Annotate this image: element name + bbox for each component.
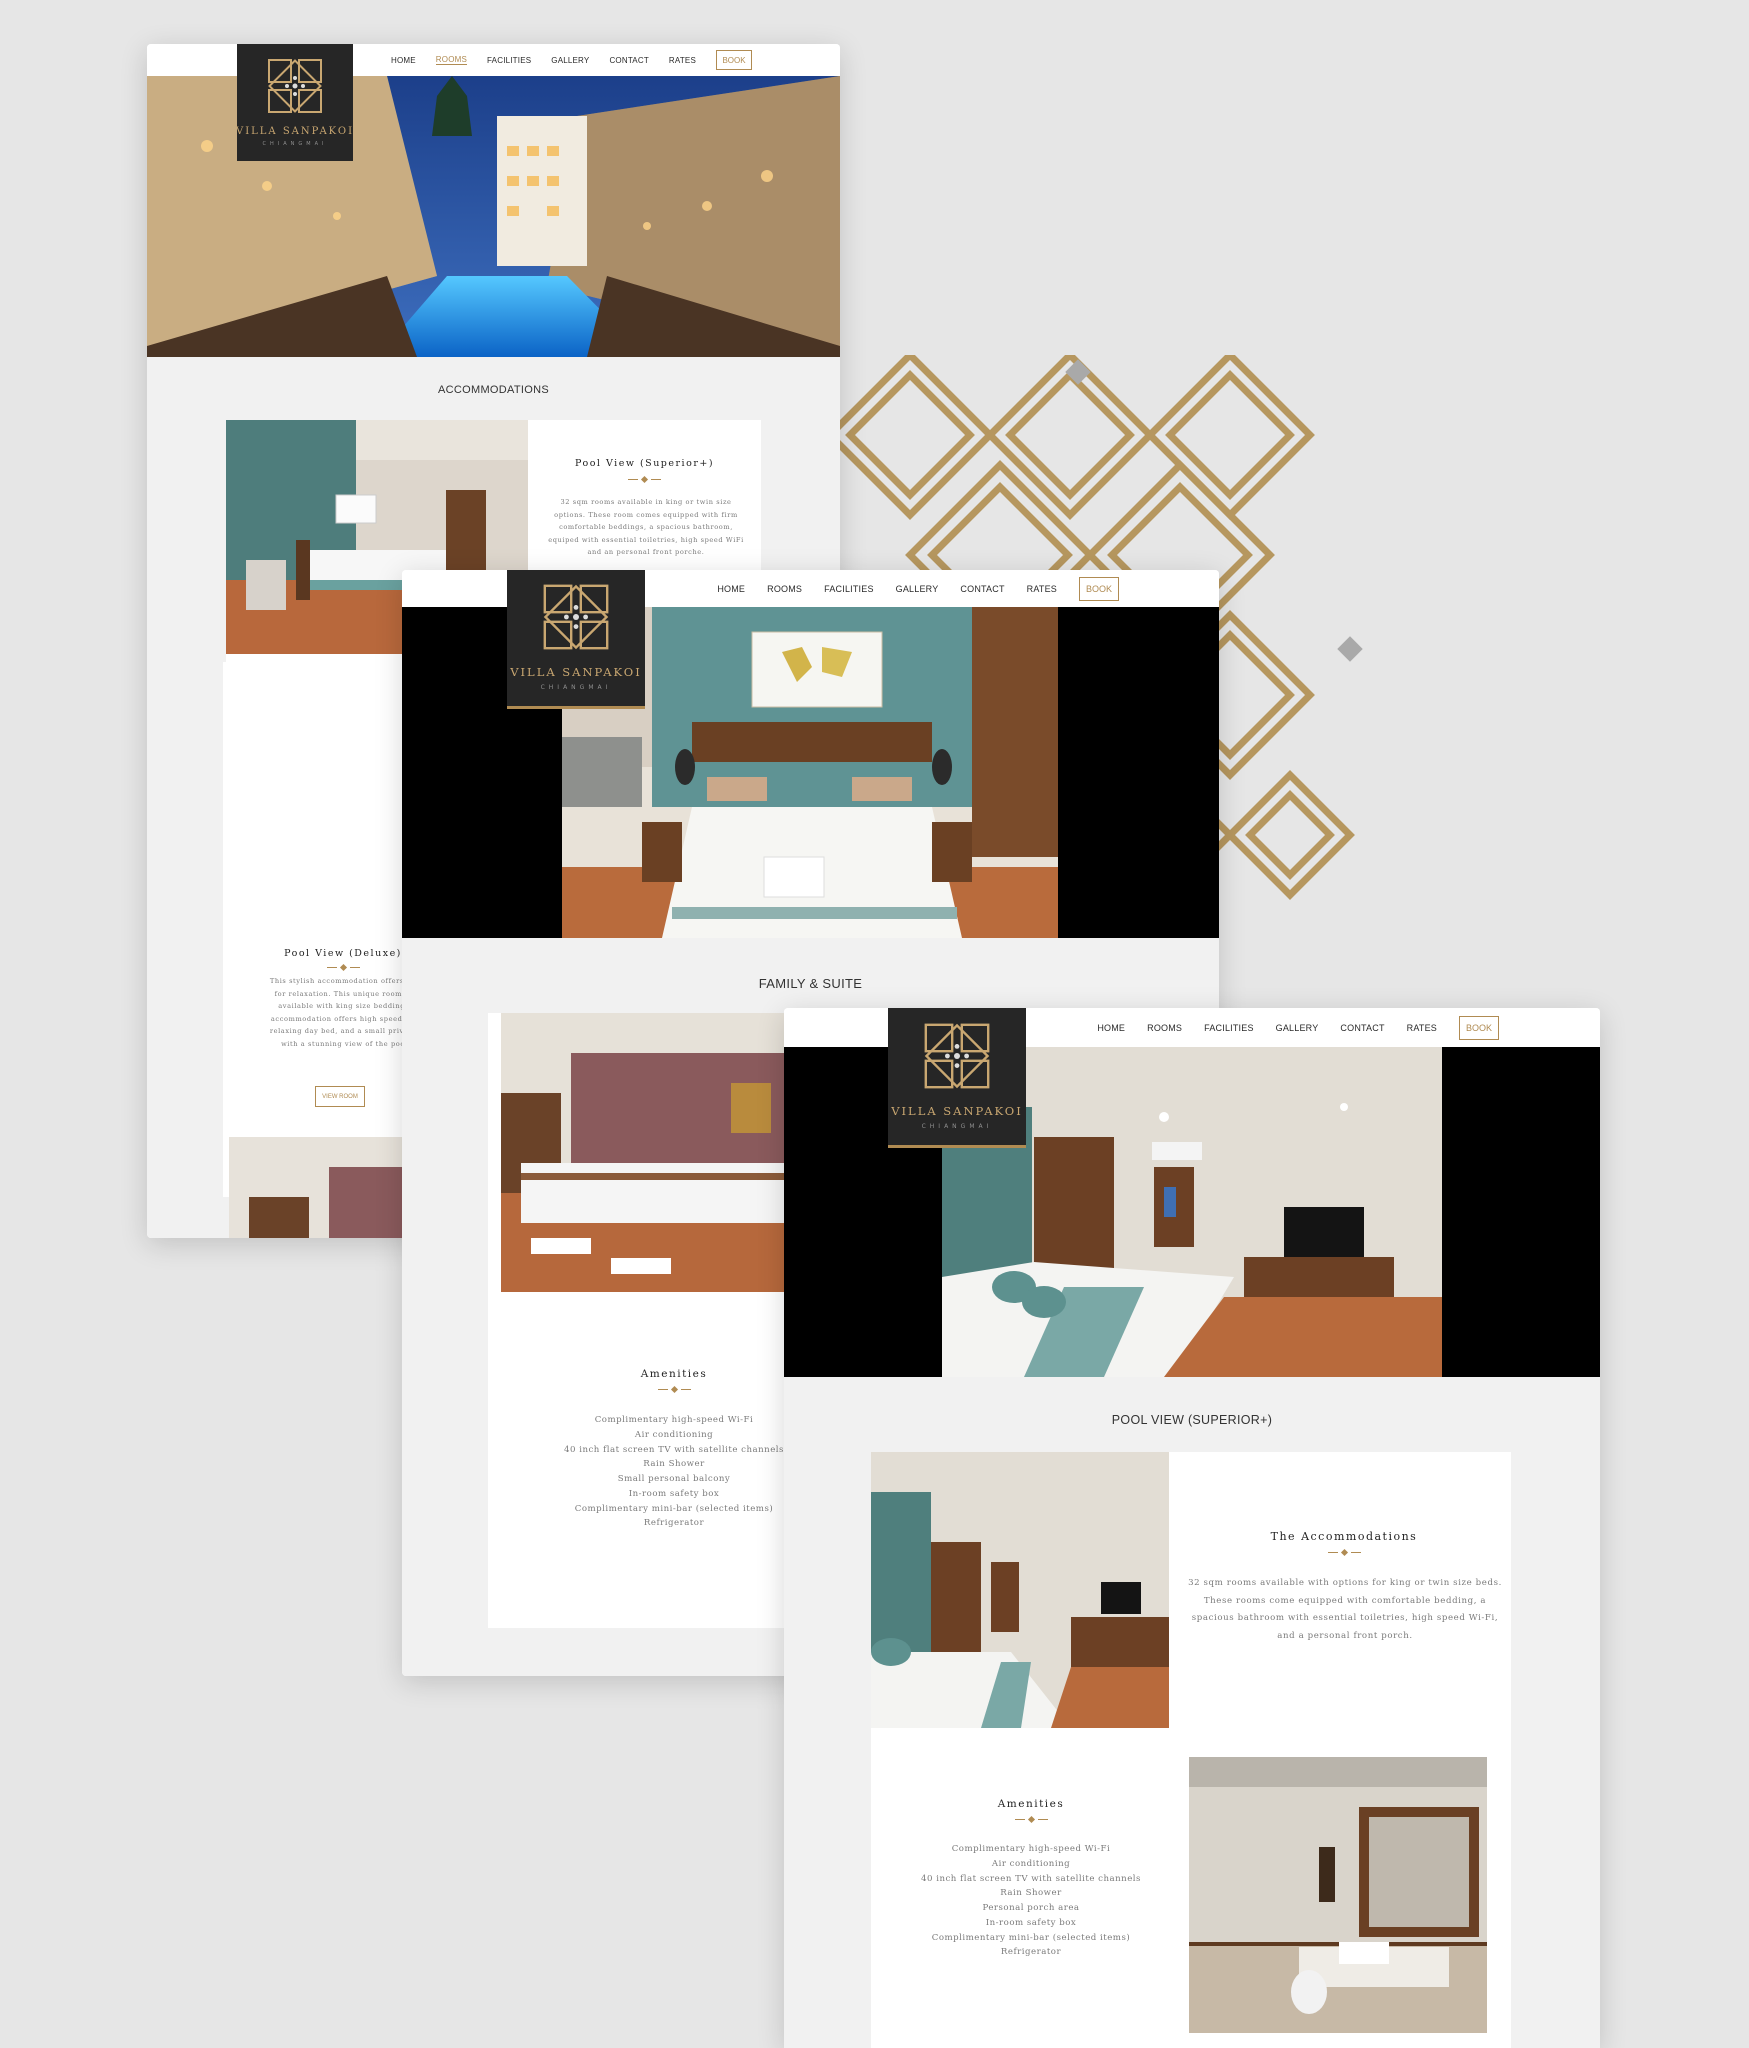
accommodations-title: The Accommodations (1270, 1530, 1418, 1543)
logo-underline (507, 706, 645, 709)
gold-divider (574, 1385, 774, 1393)
amenity-item: Complimentary high-speed Wi-Fi (951, 1844, 1111, 1854)
amenity-item: Complimentary high-speed Wi-Fi (594, 1415, 754, 1425)
room-title: Pool View (Superior+) (574, 458, 715, 469)
room-description: 32 sqm rooms available in king or twin s… (548, 498, 744, 557)
amenity-item: Refrigerator (1000, 1947, 1062, 1958)
logo-name: VILLA SANPAKOI (891, 1104, 1023, 1118)
nav-gallery[interactable]: GALLERY (1276, 1023, 1319, 1033)
nav-contact[interactable]: CONTACT (1340, 1023, 1384, 1033)
amenity-item: Small personal balcony (617, 1474, 731, 1485)
nav-rooms[interactable]: ROOMS (1147, 1023, 1182, 1033)
amenity-item: 40 inch flat screen TV with satellite ch… (921, 1873, 1141, 1884)
room-photo (871, 1452, 1169, 1728)
nav-facilities[interactable]: FACILITIES (487, 56, 531, 65)
section-title: FAMILY & SUITE (758, 976, 863, 991)
nav-rooms[interactable]: ROOMS (767, 584, 802, 594)
logo-location: CHIANGMAI (921, 1123, 993, 1130)
nav-facilities[interactable]: FACILITIES (824, 584, 874, 594)
amenity-item: Air conditioning (634, 1429, 714, 1440)
amenity-item: Complimentary mini-bar (selected items) (574, 1503, 774, 1514)
nav-gallery[interactable]: GALLERY (896, 584, 939, 594)
logo-emblem-icon (924, 1023, 990, 1089)
logo-underline (888, 1145, 1026, 1148)
gold-divider (1177, 1548, 1511, 1556)
logo-location: CHIANGMAI (262, 141, 328, 147)
amenity-item: Complimentary mini-bar (selected items) (931, 1932, 1131, 1943)
nav-rooms[interactable]: ROOMS (435, 55, 468, 65)
nav-rates[interactable]: RATES (669, 56, 696, 65)
logo-name: VILLA SANPAKOI (510, 665, 642, 679)
nav-facilities[interactable]: FACILITIES (1204, 1023, 1254, 1033)
amenity-item: In-room safety box (628, 1488, 720, 1499)
amenities-title: Amenities (997, 1798, 1065, 1810)
nav-home[interactable]: HOME (1097, 1023, 1125, 1033)
amenities-title: Amenities (640, 1368, 708, 1380)
section-title: ACCOMMODATIONS (438, 384, 549, 396)
amenity-item: Personal porch area (982, 1903, 1080, 1914)
nav-home[interactable]: HOME (391, 56, 416, 65)
nav-rates[interactable]: RATES (1027, 584, 1057, 594)
logo-name: VILLA SANPAKOI (235, 126, 355, 137)
room-photo (501, 1013, 791, 1292)
logo-location: CHIANGMAI (540, 684, 612, 691)
nav-contact[interactable]: CONTACT (609, 56, 648, 65)
nav-contact[interactable]: CONTACT (960, 584, 1004, 594)
accommodations-text: 32 sqm rooms available with options for … (1188, 1578, 1502, 1641)
gold-divider (528, 475, 761, 483)
amenity-item: In-room safety box (985, 1917, 1077, 1928)
logo[interactable]: VILLA SANPAKOI CHIANGMAI (888, 1008, 1026, 1148)
screen-pool-view-superior: HOME ROOMS FACILITIES GALLERY CONTACT RA… (784, 1008, 1600, 2048)
logo[interactable]: VILLA SANPAKOI CHIANGMAI (235, 44, 355, 161)
room-details: The Accommodations 32 sqm rooms availabl… (871, 1452, 1511, 2048)
amenity-item: 40 inch flat screen TV with satellite ch… (564, 1444, 784, 1455)
section-title: POOL VIEW (SUPERIOR+) (1111, 1413, 1273, 1427)
nav-rates[interactable]: RATES (1407, 1023, 1437, 1033)
book-button[interactable]: BOOK (1459, 1015, 1499, 1040)
amenities-list: Complimentary high-speed Wi-Fi Air condi… (524, 1413, 824, 1531)
pool-view-section: POOL VIEW (SUPERIOR+) The Accommodations (784, 1377, 1600, 2048)
amenity-item: Rain Shower (643, 1459, 705, 1470)
logo-emblem-icon (543, 584, 609, 650)
room-title: Pool View (Deluxe) (284, 948, 402, 959)
gold-divider (263, 963, 423, 971)
amenity-item: Air conditioning (991, 1858, 1071, 1869)
logo[interactable]: VILLA SANPAKOI CHIANGMAI (507, 570, 645, 709)
gold-divider (871, 1815, 1191, 1823)
amenity-item: Refrigerator (643, 1518, 705, 1529)
amenity-item: Rain Shower (1000, 1888, 1062, 1899)
room-photo (229, 1137, 419, 1238)
bathroom-photo (1189, 1757, 1487, 2033)
nav-home[interactable]: HOME (717, 584, 745, 594)
book-button[interactable]: BOOK (716, 50, 752, 70)
book-button[interactable]: BOOK (1079, 576, 1119, 601)
view-room-button[interactable]: VIEW ROOM (315, 1086, 365, 1107)
nav-gallery[interactable]: GALLERY (551, 56, 589, 65)
logo-emblem-icon (268, 59, 322, 113)
amenities-list: Complimentary high-speed Wi-Fi Air condi… (871, 1842, 1191, 1960)
